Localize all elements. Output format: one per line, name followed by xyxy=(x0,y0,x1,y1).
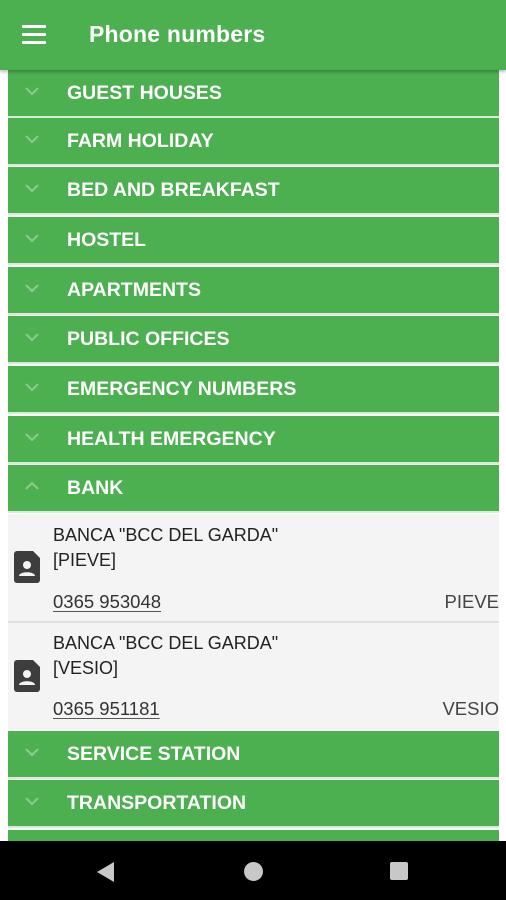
home-circle-icon[interactable] xyxy=(244,862,263,881)
category-label: PUBLIC OFFICES xyxy=(67,328,230,350)
phone-list[interactable]: GUEST HOUSES FARM HOLIDAY BED AND BREAKF… xyxy=(0,70,506,841)
category-label: TRANSPORTATION xyxy=(67,792,247,814)
category-label: GUEST HOUSES xyxy=(67,82,222,104)
category-farm-holiday[interactable]: FARM HOLIDAY xyxy=(8,118,499,166)
chevron-down-icon xyxy=(25,184,39,193)
list-item: BANCA "BCC DEL GARDA" [PIEVE] 0365 95304… xyxy=(8,514,499,621)
entry-location: VESIO xyxy=(442,698,499,719)
back-triangle-icon[interactable] xyxy=(96,861,116,883)
category-health-emergency[interactable]: HEALTH EMERGENCY xyxy=(8,416,499,464)
recents-square-icon[interactable] xyxy=(390,862,408,880)
category-bed-and-breakfast[interactable]: BED AND BREAKFAST xyxy=(8,167,499,215)
chevron-down-icon xyxy=(25,797,39,806)
category-emergency-numbers[interactable]: EMERGENCY NUMBERS xyxy=(8,366,499,414)
contact-icon xyxy=(14,660,40,692)
phone-number-link[interactable]: 0365 953048 xyxy=(53,591,161,613)
contact-icon xyxy=(14,551,40,583)
chevron-down-icon xyxy=(25,748,39,757)
category-hostel[interactable]: HOSTEL xyxy=(8,217,499,265)
entry-name: BANCA "BCC DEL GARDA" [VESIO] xyxy=(53,633,279,678)
category-label: SERVICE STATION xyxy=(67,743,241,765)
category-public-offices[interactable]: PUBLIC OFFICES xyxy=(8,316,499,364)
list-item: BANCA "BCC DEL GARDA" [VESIO] 0365 95118… xyxy=(8,623,499,729)
category-label: HEALTH EMERGENCY xyxy=(67,428,276,450)
category-guest-houses[interactable]: GUEST HOUSES xyxy=(8,70,499,118)
chevron-down-icon xyxy=(25,87,39,96)
chevron-up-icon xyxy=(25,481,39,490)
category-label: EMERGENCY NUMBERS xyxy=(67,378,297,400)
category-partial[interactable] xyxy=(8,830,499,841)
app-bar: Phone numbers xyxy=(0,0,506,70)
category-label: APARTMENTS xyxy=(67,279,201,301)
chevron-down-icon xyxy=(25,135,39,144)
category-transportation[interactable]: TRANSPORTATION xyxy=(8,780,499,828)
category-apartments[interactable]: APARTMENTS xyxy=(8,267,499,315)
chevron-down-icon xyxy=(25,433,39,442)
category-label: BANK xyxy=(67,477,124,499)
category-service-station[interactable]: SERVICE STATION xyxy=(8,731,499,779)
category-label: FARM HOLIDAY xyxy=(67,130,214,152)
entry-location: PIEVE xyxy=(444,591,500,612)
chevron-down-icon xyxy=(25,383,39,392)
category-bank[interactable]: BANK xyxy=(8,465,499,513)
chevron-down-icon xyxy=(25,284,39,293)
entry-name: BANCA "BCC DEL GARDA" [PIEVE] xyxy=(53,525,279,570)
chevron-down-icon xyxy=(25,234,39,243)
category-label: HOSTEL xyxy=(67,229,147,251)
category-label: BED AND BREAKFAST xyxy=(67,179,280,201)
phone-number-link[interactable]: 0365 951181 xyxy=(53,698,160,720)
hamburger-menu-icon[interactable] xyxy=(14,16,54,54)
page-title: Phone numbers xyxy=(89,21,266,47)
chevron-down-icon xyxy=(25,333,39,342)
